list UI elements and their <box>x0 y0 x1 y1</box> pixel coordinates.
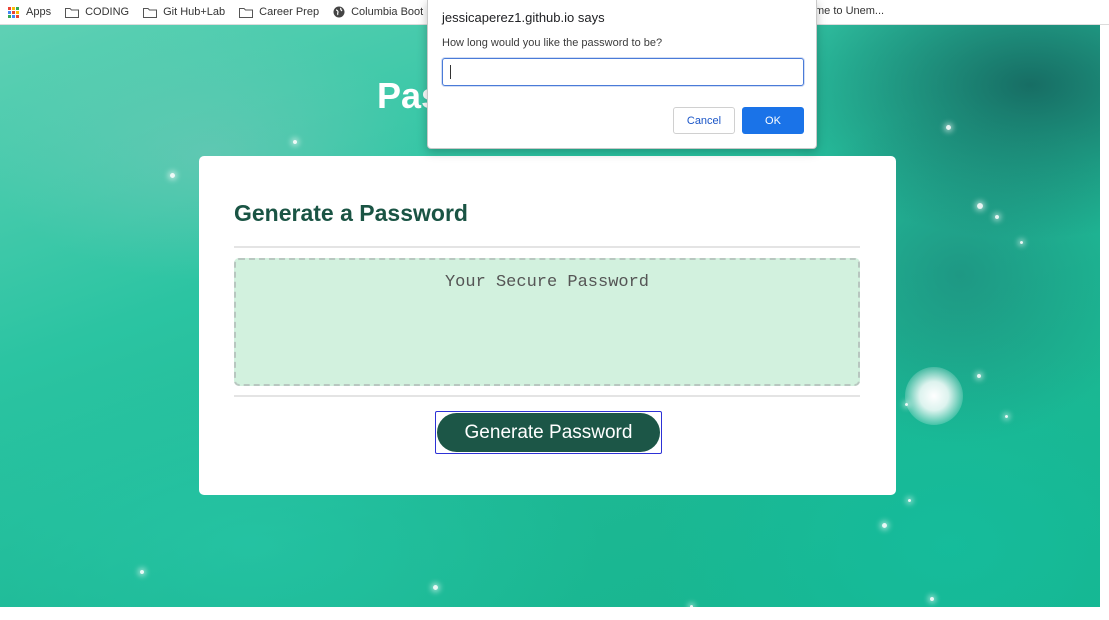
card-header-divider <box>234 246 860 248</box>
bookmark-label: Columbia Boot <box>351 6 424 18</box>
scrollbar-gutter <box>1100 25 1109 620</box>
star-decoration <box>977 374 981 378</box>
globe-icon <box>333 6 345 18</box>
star-decoration <box>882 523 887 528</box>
star-decoration <box>140 570 144 574</box>
folder-icon <box>65 7 80 18</box>
bookmark-apps[interactable]: Apps <box>8 6 51 18</box>
bookmark-career-prep[interactable]: Career Prep <box>239 6 319 18</box>
star-decoration <box>293 140 297 144</box>
star-decoration <box>433 585 438 590</box>
card-footer-divider <box>234 395 860 397</box>
apps-grid-icon <box>8 6 19 18</box>
star-decoration <box>1005 415 1008 418</box>
star-decoration <box>977 203 983 209</box>
card-title: Generate a Password <box>234 200 468 226</box>
folder-icon <box>143 7 158 18</box>
page-bottom-edge <box>0 607 1109 620</box>
bookmark-columbia-boot[interactable]: Columbia Boot <box>333 6 423 18</box>
password-output[interactable]: Your Secure Password <box>234 258 860 386</box>
star-decoration <box>908 499 911 502</box>
password-length-input[interactable] <box>442 58 804 86</box>
ok-button[interactable]: OK <box>742 107 804 134</box>
bookmark-label: CODING <box>85 6 130 18</box>
dialog-title: jessicaperez1.github.io says <box>442 10 605 25</box>
star-decoration <box>930 597 934 601</box>
bookmark-coding[interactable]: CODING <box>65 6 129 18</box>
bookmark-label: Apps <box>26 6 52 18</box>
bookmark-truncated[interactable]: me to Unem... <box>815 5 884 17</box>
dialog-message: How long would you like the password to … <box>442 37 663 49</box>
star-decoration <box>946 125 951 130</box>
text-caret <box>450 65 451 79</box>
folder-icon <box>239 7 254 18</box>
generate-button-focus-ring[interactable]: Generate Password <box>435 411 662 454</box>
prompt-dialog: jessicaperez1.github.io says How long wo… <box>427 0 817 149</box>
bookmark-label: Git Hub+Lab <box>163 6 226 18</box>
glow-star-decoration <box>905 367 963 425</box>
bookmark-github-lab[interactable]: Git Hub+Lab <box>143 6 225 18</box>
star-decoration <box>170 173 175 178</box>
cancel-button[interactable]: Cancel <box>673 107 735 134</box>
bookmark-label: Career Prep <box>259 6 320 18</box>
generate-password-button[interactable]: Generate Password <box>437 413 660 452</box>
star-decoration <box>995 215 999 219</box>
password-card: Generate a Password Your Secure Password… <box>199 156 896 495</box>
star-decoration <box>1020 241 1023 244</box>
